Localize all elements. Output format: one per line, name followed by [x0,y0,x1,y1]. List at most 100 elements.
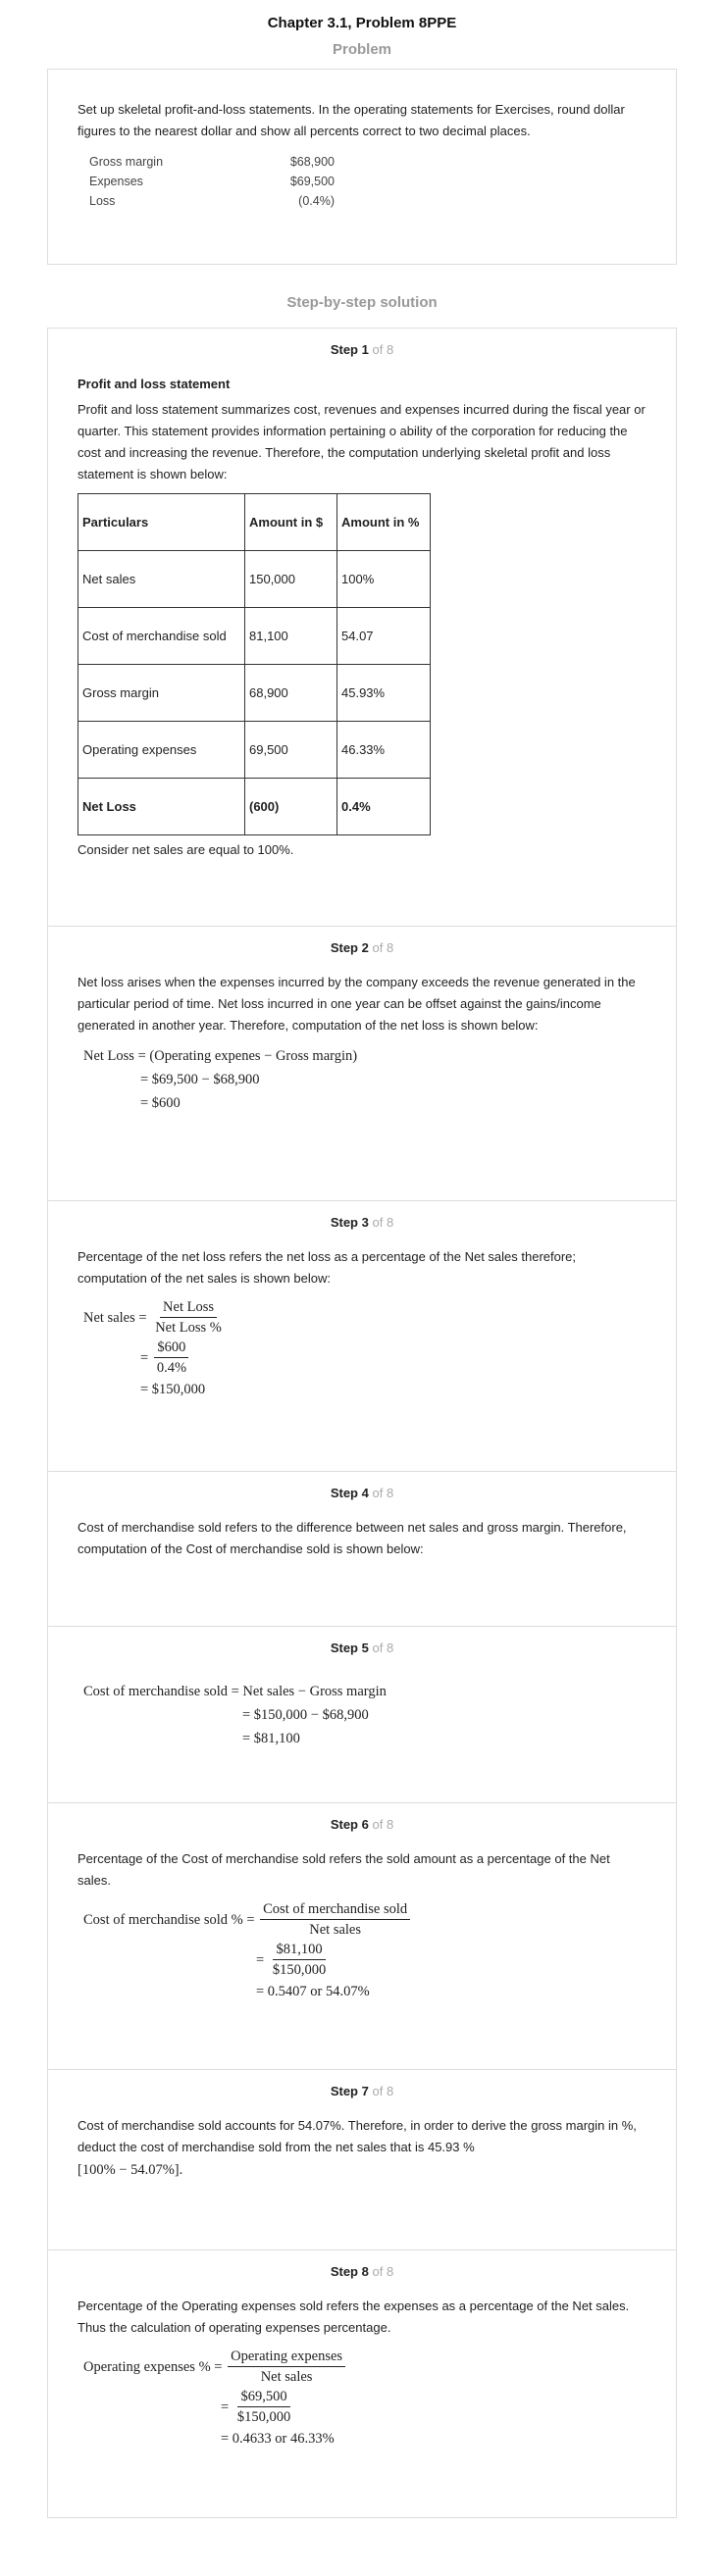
problem-row: Gross margin $68,900 [89,152,646,172]
equation-line: = $81,100 [242,1731,300,1746]
table-cell: Cost of merchandise sold [78,607,245,665]
step-word: Step [330,2264,358,2279]
fraction: $600 0.4% [154,1338,189,1378]
equation-line: = Net sales − Gross margin [231,1684,387,1699]
fraction-denominator: Net Loss % [155,1320,222,1336]
equation-line: = $600 [140,1095,181,1111]
fraction-numerator: $69,500 [237,2387,290,2407]
problem-row-label: Gross margin [89,155,164,169]
step-6: Step 6 of 8 Percentage of the Cost of me… [48,1803,676,2070]
fraction-denominator: $150,000 [272,1962,327,1978]
step-of: of 8 [372,2264,394,2279]
fraction: $81,100 $150,000 [270,1940,329,1980]
step-of: of 8 [372,1486,394,1500]
table-cell: Gross margin [78,664,245,722]
fraction-denominator: 0.4% [156,1360,187,1376]
step-header: Step 6 of 8 [78,1803,646,1848]
step-number: 7 [361,2084,369,2098]
table-row: Gross margin 68,900 45.93% [78,664,431,722]
problem-text: Set up skeletal profit-and-loss statemen… [78,102,625,138]
equation-lhs: Operating expenses % [83,2358,211,2375]
chapter-title: Chapter 3.1, Problem 8PPE [267,15,457,31]
step-of: of 8 [372,1215,394,1230]
step-3: Step 3 of 8 Percentage of the net loss r… [48,1201,676,1472]
step-bracket-expression: [100% − 54.07%]. [78,2162,183,2178]
table-row: Net sales 150,000 100% [78,550,431,608]
step-header: Step 3 of 8 [78,1201,646,1246]
step-4: Step 4 of 8 Cost of merchandise sold ref… [48,1472,676,1627]
step-number: 6 [361,1817,369,1832]
table-header-row: Particulars Amount in $ Amount in % [78,493,431,551]
table-cell: 150,000 [244,550,337,608]
table-cell: 45.93% [336,664,431,722]
problem-row: Expenses $69,500 [89,172,646,191]
table-row: Cost of merchandise sold 81,100 54.07 [78,607,431,665]
step-header: Step 5 of 8 [78,1627,646,1672]
equation-lhs: Cost of merchandise sold [83,1684,228,1699]
fraction-numerator: Operating expenses [228,2347,346,2367]
step-text: Profit and loss statement summarizes cos… [78,402,646,481]
equation-line: = (Operating expenes − Gross margin) [137,1048,358,1064]
table-header: Amount in % [336,493,431,551]
table-row: Operating expenses 69,500 46.33% [78,721,431,779]
step-text: Percentage of the Operating expenses sol… [78,2298,630,2335]
step-number: 4 [361,1486,369,1500]
step-7: Step 7 of 8 Cost of merchandise sold acc… [48,2070,676,2250]
equation-line: = $150,000 − $68,900 [242,1707,369,1723]
step-header: Step 7 of 8 [78,2070,646,2115]
step-of: of 8 [372,2084,394,2098]
table-cell: 100% [336,550,431,608]
problem-values: Gross margin $68,900 Expenses $69,500 Lo… [89,152,646,211]
equation-lhs: Net Loss [83,1048,134,1064]
problem-heading: Problem [332,41,391,58]
table-cell: 54.07 [336,607,431,665]
problem-row: Loss (0.4%) [89,191,646,211]
table-cell: Net Loss [78,778,245,835]
fraction-denominator: $150,000 [236,2409,291,2425]
equation-lhs: Net sales [83,1309,135,1326]
table-cell: 0.4% [336,778,431,835]
opex-percent-equation: Operating expenses % = Operating expense… [83,2347,646,2450]
step-of: of 8 [372,1641,394,1655]
fraction: Net Loss Net Loss % [152,1297,225,1338]
step-of: of 8 [372,940,394,955]
fraction-numerator: $600 [154,1338,189,1358]
step-subheading: Profit and loss statement [78,377,231,391]
step-word: Step [330,2084,358,2098]
problem-row-value: (0.4%) [298,194,335,208]
step-5: Step 5 of 8 Cost of merchandise sold = N… [48,1627,676,1803]
pl-statement-table: Particulars Amount in $ Amount in % Net … [78,493,431,835]
step-text: Cost of merchandise sold refers to the d… [78,1520,627,1556]
table-cell: Operating expenses [78,721,245,779]
table-cell: 69,500 [244,721,337,779]
step-header: Step 2 of 8 [78,927,646,972]
solution-heading: Step-by-step solution [286,294,438,311]
step-word: Step [330,342,358,357]
fraction-numerator: Cost of merchandise sold [260,1899,411,1920]
problem-box: Set up skeletal profit-and-loss statemen… [47,69,677,265]
step-note: Consider net sales are equal to 100%. [78,842,294,857]
fraction: Cost of merchandise sold Net sales [260,1899,411,1940]
net-loss-equation: Net Loss = (Operating expenes − Gross ma… [83,1044,646,1115]
step-word: Step [330,1215,358,1230]
step-number: 2 [361,940,369,955]
table-cell: (600) [244,778,337,835]
fraction-denominator: Net sales [260,2369,313,2385]
step-word: Step [330,1817,358,1832]
step-word: Step [330,1641,358,1655]
step-8: Step 8 of 8 Percentage of the Operating … [48,2250,676,2517]
net-sales-equation: Net sales = Net Loss Net Loss % = $600 0.4… [83,1297,646,1401]
step-number: 8 [361,2264,369,2279]
fraction: Operating expenses Net sales [228,2347,346,2387]
cogs-percent-equation: Cost of merchandise sold % = Cost of mer… [83,1899,646,2003]
fraction-numerator: $81,100 [273,1940,326,1960]
step-word: Step [330,940,358,955]
cogs-equation: Cost of merchandise sold = Net sales − G… [83,1680,646,1750]
equation-line: = 0.4633 or 46.33% [221,2431,335,2447]
problem-row-value: $68,900 [289,155,335,169]
step-number: 1 [361,342,369,357]
table-cell: 46.33% [336,721,431,779]
equation-line: = $69,500 − $68,900 [140,1072,260,1087]
table-header: Amount in $ [244,493,337,551]
page: Chapter 3.1, Problem 8PPE Problem Set up… [0,0,724,2538]
